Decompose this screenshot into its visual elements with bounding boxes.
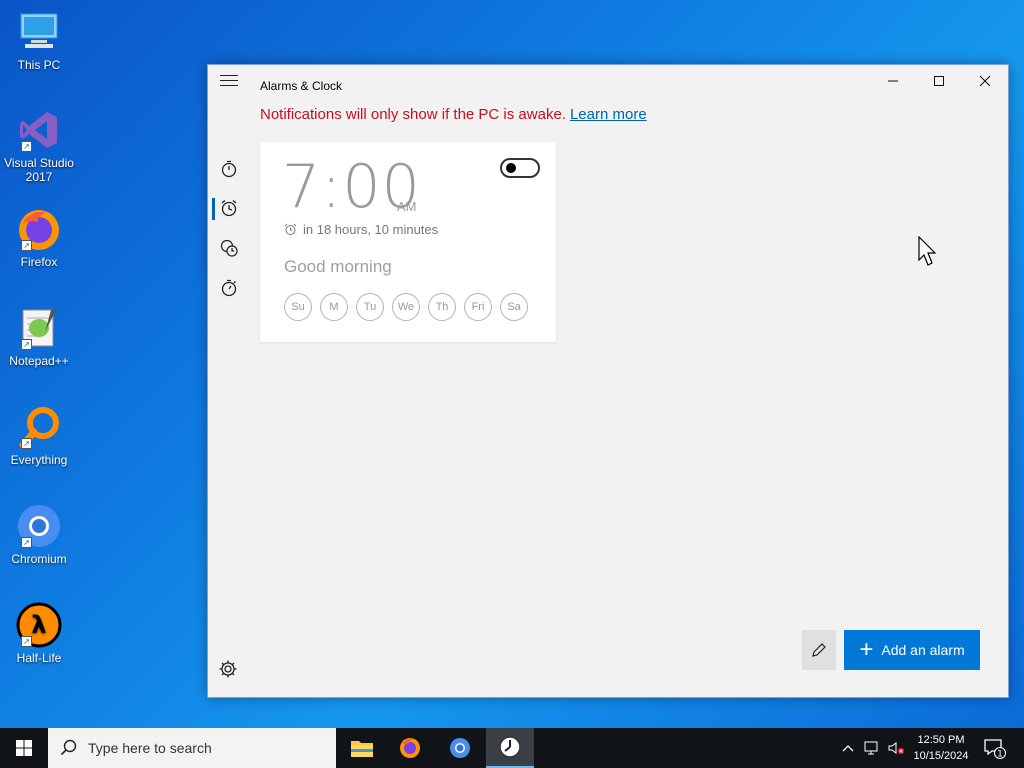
alarm-card[interactable]: 7:00 AM in 18 hours, 10 minutes Good mor… — [260, 142, 556, 342]
search-icon — [60, 739, 77, 756]
remaining-text: in 18 hours, 10 minutes — [303, 222, 439, 237]
everything-search-icon: ↗ — [15, 403, 63, 451]
taskbar-search[interactable]: Type here to search — [48, 728, 336, 768]
show-hidden-icons-button[interactable] — [838, 738, 858, 758]
maximize-icon — [934, 76, 944, 86]
nav-alarm[interactable] — [208, 190, 250, 226]
settings-button[interactable] — [218, 659, 238, 684]
desktop-icon-notepadpp[interactable]: ↗ Notepad++ — [4, 304, 74, 368]
taskbar-firefox[interactable] — [386, 728, 434, 768]
desktop-icon-label: Chromium — [11, 552, 67, 566]
desktop-icon-label: This PC — [17, 58, 61, 72]
start-button[interactable] — [0, 728, 48, 768]
alarm-name: Good morning — [284, 257, 392, 276]
hamburger-menu-icon[interactable] — [220, 75, 238, 89]
desktop-icon-label: Visual Studio 2017 — [4, 156, 74, 184]
pencil-icon — [812, 643, 826, 657]
chromium-icon — [450, 738, 470, 758]
edit-alarms-button[interactable] — [802, 630, 836, 670]
desktop-icon-label: Half-Life — [16, 651, 62, 665]
learn-more-link[interactable]: Learn more — [570, 106, 647, 123]
notice-text: Notifications will only show if the PC i… — [260, 106, 566, 123]
day-sunday: Su — [284, 293, 312, 321]
nav-stopwatch[interactable] — [208, 270, 250, 306]
nav-timer[interactable] — [208, 151, 250, 187]
computer-icon — [15, 8, 63, 56]
clock-date: 10/15/2024 — [913, 750, 969, 762]
desktop-icon-label: Everything — [10, 453, 68, 467]
search-placeholder: Type here to search — [88, 740, 212, 756]
volume-muted-icon — [888, 742, 905, 755]
desktop-icon-half-life[interactable]: λ ↗ Half-Life — [4, 601, 74, 665]
mouse-cursor-icon — [918, 235, 940, 273]
chromium-icon: ↗ — [15, 502, 63, 550]
awake-notice: Notifications will only show if the PC i… — [260, 106, 647, 123]
side-nav — [208, 101, 250, 697]
action-center-button[interactable]: 1 — [982, 736, 1006, 765]
desktop-icon-everything[interactable]: ↗ Everything — [4, 403, 74, 467]
desktop-icon-visual-studio[interactable]: ↗ Visual Studio 2017 — [4, 106, 74, 184]
desktop-icon-label: Firefox — [20, 255, 58, 269]
close-button[interactable] — [962, 65, 1008, 97]
minimize-button[interactable] — [870, 65, 916, 97]
minimize-icon — [888, 80, 898, 82]
notification-icon: 1 — [984, 739, 1006, 760]
network-icon — [864, 741, 878, 755]
volume-button[interactable] — [886, 738, 906, 758]
taskbar: Type here to search 12:50 PM 10/15/2024 … — [0, 728, 1024, 768]
add-alarm-label: Add an alarm — [881, 642, 965, 658]
desktop-icon-this-pc[interactable]: This PC — [4, 8, 74, 72]
maximize-button[interactable] — [916, 65, 962, 97]
desktop-icon-label: Notepad++ — [9, 354, 69, 368]
network-button[interactable] — [862, 738, 882, 758]
chevron-up-icon — [842, 745, 854, 752]
desktop-icon-chromium[interactable]: ↗ Chromium — [4, 502, 74, 566]
folder-icon — [351, 741, 373, 757]
taskbar-file-explorer[interactable] — [338, 728, 386, 768]
day-saturday: Sa — [500, 293, 528, 321]
timer-icon — [221, 160, 237, 178]
notepadpp-icon: ↗ — [15, 304, 63, 352]
alarm-remaining: in 18 hours, 10 minutes — [284, 222, 438, 237]
plus-icon: + — [859, 636, 874, 663]
svg-text:λ: λ — [31, 611, 46, 639]
alarm-days: Su M Tu We Th Fri Sa — [284, 293, 528, 321]
title-bar: Alarms & Clock — [208, 65, 1008, 101]
day-tuesday: Tu — [356, 293, 384, 321]
taskbar-chromium[interactable] — [436, 728, 484, 768]
small-alarm-icon — [284, 223, 297, 235]
day-monday: M — [320, 293, 348, 321]
stopwatch-icon — [221, 279, 237, 297]
windows-logo-icon — [16, 740, 32, 756]
half-life-icon: λ ↗ — [15, 601, 63, 649]
taskbar-clock[interactable]: 12:50 PM 10/15/2024 — [906, 732, 976, 764]
alarm-ampm: AM — [397, 199, 417, 214]
day-friday: Fri — [464, 293, 492, 321]
window-title: Alarms & Clock — [260, 79, 343, 93]
day-wednesday: We — [392, 293, 420, 321]
gear-icon — [219, 660, 237, 678]
desktop-icon-firefox[interactable]: ↗ Firefox — [4, 205, 74, 269]
alarm-icon — [221, 200, 237, 217]
day-thursday: Th — [428, 293, 456, 321]
world-clock-icon — [220, 239, 238, 257]
close-icon — [979, 75, 991, 87]
alarm-toggle[interactable] — [500, 158, 540, 178]
firefox-icon — [400, 738, 420, 758]
visual-studio-icon: ↗ — [15, 106, 63, 154]
clock-icon — [499, 736, 521, 758]
alarms-clock-window: Alarms & Clock Notifications will only s… — [207, 64, 1009, 698]
notification-count: 1 — [997, 750, 1003, 760]
clock-time: 12:50 PM — [917, 734, 965, 746]
nav-world-clock[interactable] — [208, 230, 250, 266]
firefox-icon: ↗ — [15, 205, 63, 253]
add-alarm-button[interactable]: + Add an alarm — [844, 630, 980, 670]
taskbar-alarms-clock[interactable] — [486, 728, 534, 768]
